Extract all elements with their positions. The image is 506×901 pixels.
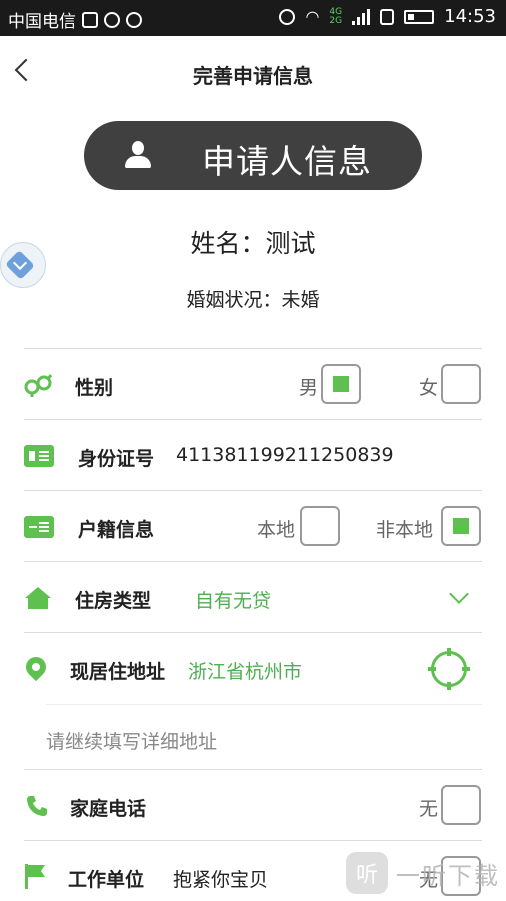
chevron-down-icon[interactable]	[449, 584, 469, 604]
phone-icon	[27, 796, 47, 816]
household-local-label: 本地	[257, 519, 296, 541]
status-bar: 中国电信 ◠ 4G 2G 14:53	[0, 0, 506, 36]
signal-icon	[352, 8, 371, 25]
carrier-label: 中国电信	[8, 12, 76, 32]
address-label: 现居住地址	[70, 661, 166, 683]
gender-male-checkbox[interactable]	[321, 364, 361, 404]
app-notification-icon	[126, 11, 142, 28]
page-title: 完善申请信息	[193, 64, 313, 88]
housing-row[interactable]: 住房类型 自有无贷	[24, 561, 482, 632]
address-row: 现居住地址 浙江省杭州市	[21, 632, 482, 705]
gender-icon	[24, 374, 52, 397]
home-icon	[25, 587, 51, 609]
watermark-text: 一听下载	[396, 861, 500, 890]
household-local-checkbox[interactable]	[300, 506, 340, 546]
address-value[interactable]: 浙江省杭州市	[188, 657, 302, 684]
watermark-logo: 听	[346, 852, 388, 894]
alarm-icon	[279, 8, 296, 25]
network-2g-label: 2G	[329, 15, 343, 26]
address-detail-input[interactable]: 请继续填写详细地址	[46, 727, 466, 754]
flag-icon	[25, 864, 45, 889]
household-card-icon	[24, 516, 54, 538]
gender-row: 性别 男 女	[24, 348, 482, 419]
marital-status: 婚姻状况：未婚	[186, 289, 320, 311]
wifi-icon: ◠	[305, 7, 320, 26]
housing-value[interactable]: 自有无贷	[195, 586, 271, 613]
employer-label: 工作单位	[68, 869, 145, 891]
address-detail-row: 请继续填写详细地址	[46, 704, 482, 769]
gallery-icon	[82, 11, 98, 28]
id-card-icon	[24, 445, 54, 467]
applicant-info-label: 申请人信息	[202, 142, 372, 181]
id-number-value[interactable]: 411381199211250839	[176, 444, 394, 466]
location-pin-icon	[21, 652, 51, 682]
household-label: 户籍信息	[78, 519, 155, 541]
battery-icon	[404, 9, 435, 24]
gender-male-label: 男	[299, 377, 319, 399]
person-icon	[124, 141, 152, 171]
household-row: 户籍信息 本地 非本地	[24, 490, 482, 561]
housing-label: 住房类型	[75, 590, 152, 612]
gender-female-checkbox[interactable]	[441, 364, 481, 404]
gender-label: 性别	[75, 377, 114, 399]
home-phone-row: 家庭电话 无	[24, 769, 482, 840]
home-phone-none-label: 无	[419, 798, 439, 820]
locate-target-icon[interactable]	[428, 648, 470, 690]
id-number-row: 身份证号 411381199211250839	[24, 419, 482, 490]
household-nonlocal-label: 非本地	[376, 519, 434, 541]
employer-value[interactable]: 抱紧你宝贝	[173, 865, 268, 892]
nav-bar: 完善申请信息	[0, 36, 506, 114]
home-phone-label: 家庭电话	[70, 798, 147, 820]
applicant-name: 姓名：测试	[190, 229, 316, 258]
home-phone-none-checkbox[interactable]	[441, 785, 481, 825]
watermark: 听 一听下载	[346, 852, 500, 894]
clock: 14:53	[444, 6, 496, 27]
network-type: 4G 2G	[329, 7, 343, 26]
gender-female-label: 女	[419, 377, 439, 399]
applicant-info-header: 申请人信息	[84, 121, 422, 190]
household-nonlocal-checkbox[interactable]	[441, 506, 481, 546]
sim-icon	[380, 8, 395, 25]
id-number-label: 身份证号	[78, 448, 155, 470]
sync-icon	[104, 11, 120, 28]
